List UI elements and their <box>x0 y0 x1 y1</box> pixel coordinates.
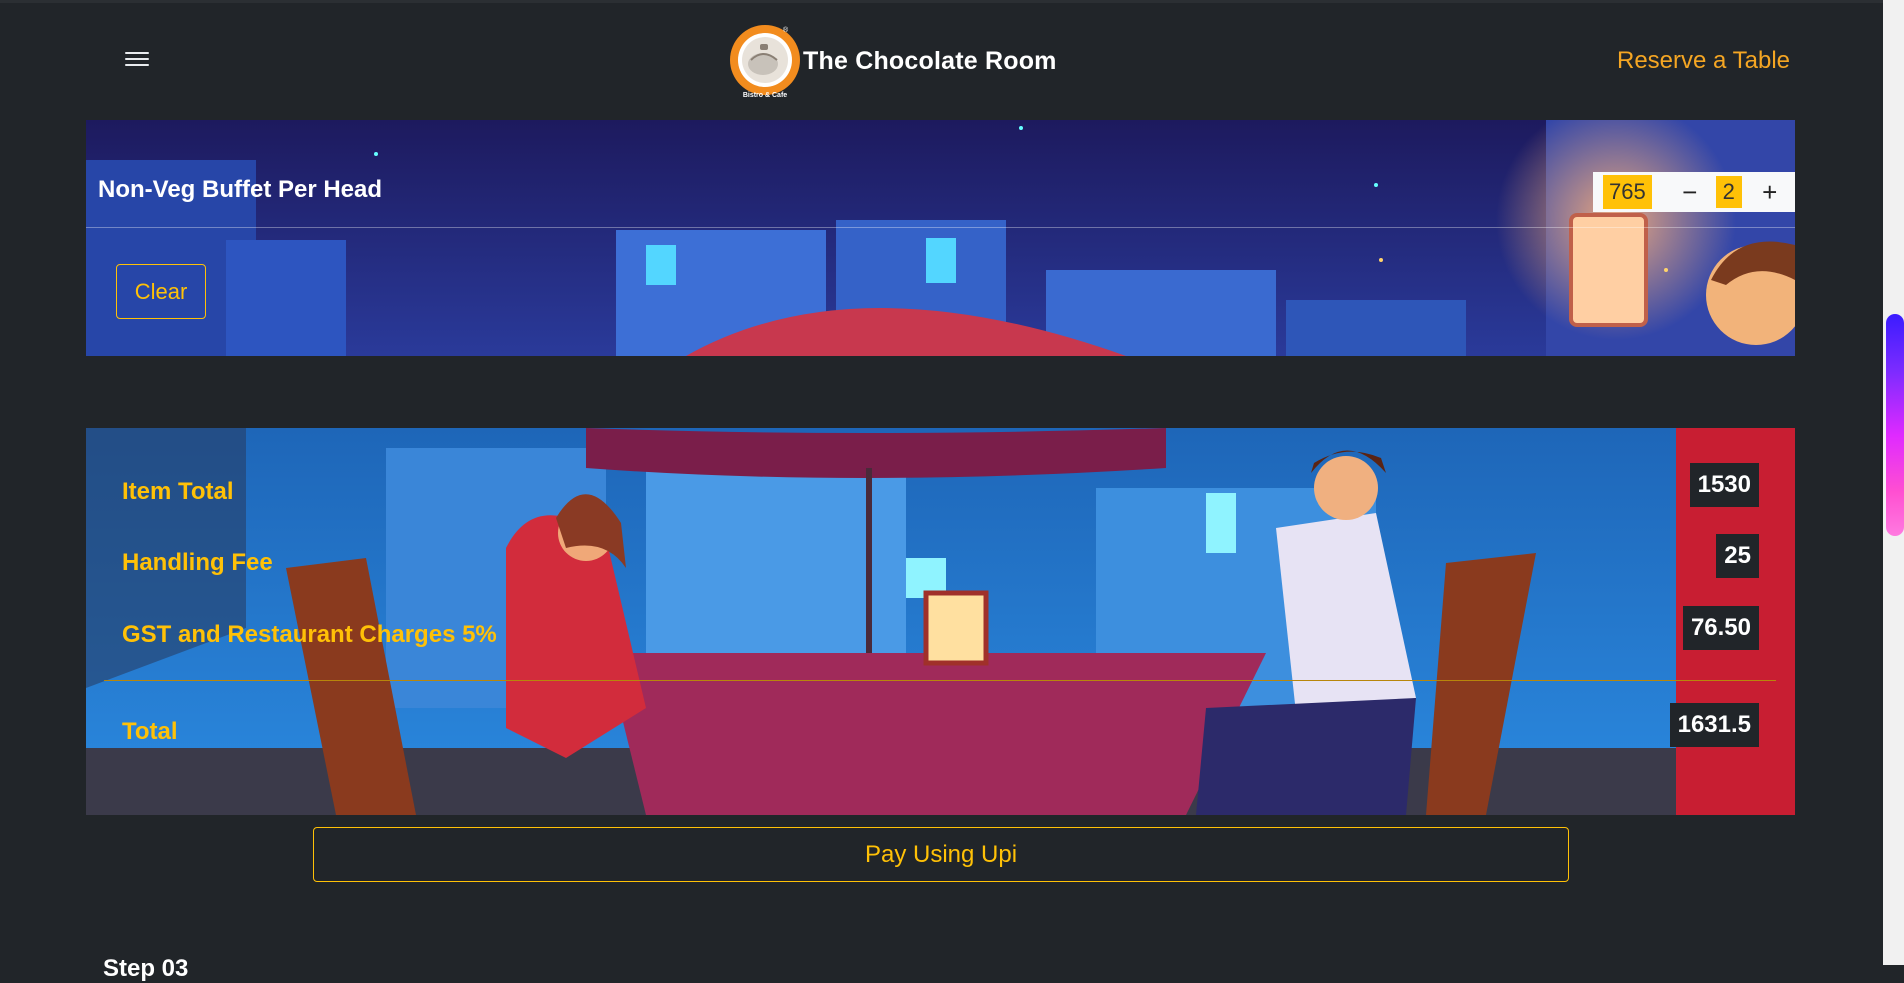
item-price: 765 <box>1603 175 1652 209</box>
logo-sub-text: Bistro & Cafe <box>743 92 787 99</box>
pay-upi-button[interactable]: Pay Using Upi <box>313 827 1569 882</box>
quantity-stepper: 765 − 2 + <box>1593 172 1795 212</box>
order-item-card: Non-Veg Buffet Per Head Clear 765 − 2 + <box>86 120 1795 356</box>
svg-text:®: ® <box>783 26 789 34</box>
scrollbar-thumb[interactable] <box>1886 314 1904 536</box>
gst-label: GST and Restaurant Charges 5% <box>122 621 497 648</box>
item-name: Non-Veg Buffet Per Head <box>98 176 383 203</box>
handling-fee-value: 25 <box>1716 534 1759 578</box>
window-top-edge <box>0 0 1904 3</box>
item-total-value: 1530 <box>1689 463 1759 507</box>
bill-summary-card: Item Total 1530 Handling Fee 25 GST and … <box>86 428 1795 815</box>
plus-icon[interactable]: + <box>1760 177 1780 208</box>
clear-button[interactable]: Clear <box>116 264 206 319</box>
quantity-value: 2 <box>1715 176 1742 208</box>
handling-fee-label: Handling Fee <box>122 549 273 576</box>
menu-icon[interactable] <box>122 48 152 68</box>
total-label: Total <box>122 718 178 745</box>
minus-icon[interactable]: − <box>1680 177 1700 208</box>
total-value: 1631.5 <box>1669 703 1759 747</box>
reserve-table-link[interactable]: Reserve a Table <box>1617 47 1790 75</box>
step-heading: Step 03 <box>103 955 189 982</box>
item-total-label: Item Total <box>122 478 234 505</box>
divider <box>104 680 1776 681</box>
divider <box>86 227 1795 228</box>
brand-logo: ® Bistro & Cafe <box>730 25 800 99</box>
brand-name[interactable]: The Chocolate Room <box>803 47 1057 76</box>
gst-value: 76.50 <box>1682 606 1759 650</box>
city-night-illustration <box>86 120 1795 356</box>
